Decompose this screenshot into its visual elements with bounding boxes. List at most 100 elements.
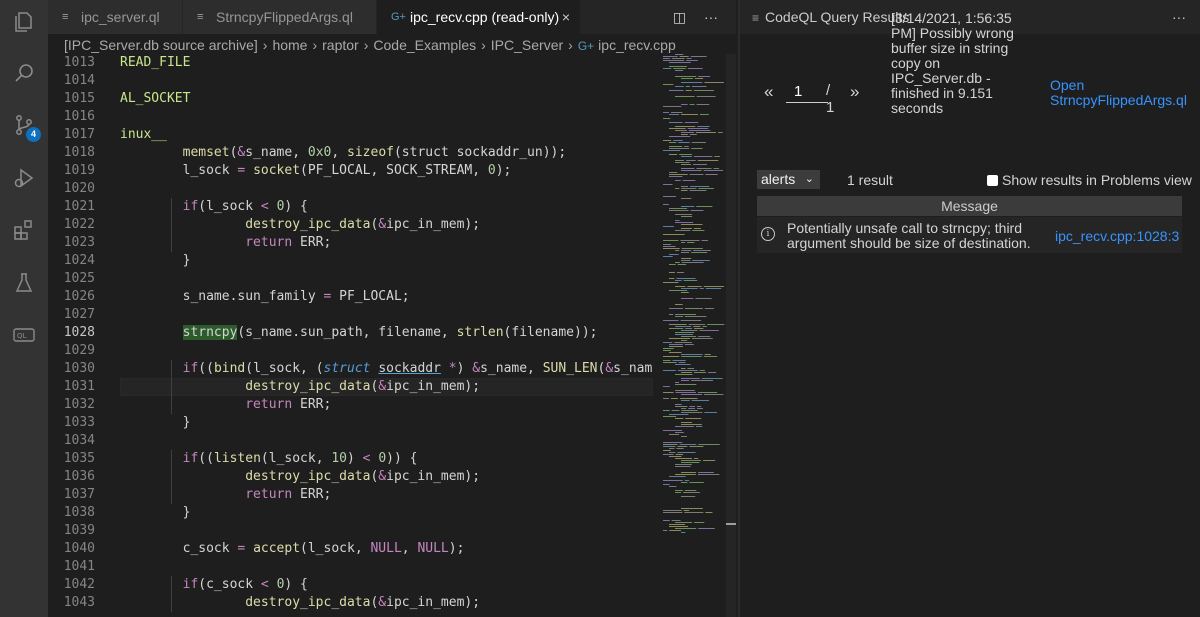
minimap-line bbox=[675, 382, 680, 383]
breadcrumb-item[interactable]: [IPC_Server.db source archive] bbox=[64, 37, 258, 53]
minimap-line bbox=[675, 490, 683, 491]
next-page-button[interactable]: » bbox=[850, 82, 859, 102]
breadcrumb-item[interactable]: IPC_Server bbox=[491, 37, 563, 53]
code-line[interactable]: 1014 bbox=[48, 72, 653, 90]
minimap-line bbox=[663, 416, 677, 417]
breadcrumb-item[interactable]: raptor bbox=[322, 37, 359, 53]
minimap-line bbox=[663, 256, 673, 257]
problems-checkbox[interactable] bbox=[987, 175, 998, 186]
search-icon[interactable] bbox=[12, 61, 36, 85]
breadcrumb-item[interactable]: ipc_recv.cpp bbox=[598, 37, 676, 53]
minimap-line bbox=[663, 204, 669, 205]
code-line[interactable]: 1015 AL_SOCKET bbox=[48, 90, 653, 108]
code-line[interactable]: 1031 destroy_ipc_data(&ipc_in_mem); bbox=[48, 378, 653, 396]
breadcrumb-separator: › bbox=[262, 37, 268, 53]
minimap-line bbox=[698, 188, 714, 189]
more-actions-icon[interactable]: ··· bbox=[704, 9, 718, 25]
open-query-link[interactable]: Open StrncpyFlippedArgs.ql bbox=[1050, 78, 1200, 108]
code-editor[interactable]: 1013 READ_FILE 1014 1015 AL_SOCKET 1016 1017 in… bbox=[48, 54, 653, 617]
minimap-line bbox=[691, 338, 713, 339]
minimap-line bbox=[681, 412, 703, 413]
minimap-line bbox=[688, 408, 696, 409]
breadcrumb-item[interactable]: Code_Examples bbox=[373, 37, 476, 53]
code-line[interactable]: 1036 destroy_ipc_data(&ipc_in_mem); bbox=[48, 468, 653, 486]
minimap-line bbox=[698, 336, 711, 337]
breadcrumb-item[interactable]: home bbox=[272, 37, 307, 53]
code-line[interactable]: 1032 return ERR; bbox=[48, 396, 653, 414]
code-line[interactable]: 1034 bbox=[48, 432, 653, 450]
prev-page-button[interactable]: « bbox=[764, 82, 773, 102]
minimap-line bbox=[681, 472, 697, 473]
file-icon: ≡ bbox=[197, 11, 204, 23]
minimap-line bbox=[672, 360, 686, 361]
code-line[interactable]: 1024 } bbox=[48, 252, 653, 270]
code-line[interactable]: 1020 bbox=[48, 180, 653, 198]
code-line[interactable]: 1029 bbox=[48, 342, 653, 360]
more-actions-icon[interactable]: ··· bbox=[1172, 0, 1186, 34]
code-token: s_name)) bbox=[613, 361, 653, 376]
page-number-input[interactable] bbox=[786, 80, 828, 103]
code-line[interactable]: 1040 c_sock = accept(l_sock, NULL, NULL)… bbox=[48, 540, 653, 558]
minimap-line bbox=[687, 368, 694, 369]
line-number: 1042 bbox=[63, 577, 95, 592]
code-line[interactable]: 1018 memset(&s_name, 0x0, sizeof(struct … bbox=[48, 144, 653, 162]
code-token: sockaddr bbox=[378, 361, 441, 376]
code-line[interactable]: 1037 return ERR; bbox=[48, 486, 653, 504]
file-icon: ≡ bbox=[62, 11, 69, 23]
tab-strncpy-flipped-args[interactable]: ≡ StrncpyFlippedArgs.ql bbox=[183, 0, 377, 34]
code-line[interactable]: 1017 inux__ bbox=[48, 126, 653, 144]
extensions-icon[interactable] bbox=[12, 218, 36, 242]
minimap-line bbox=[681, 410, 698, 411]
code-token: } bbox=[120, 415, 191, 430]
minimap-line bbox=[681, 508, 703, 509]
code-token: bind bbox=[213, 361, 246, 376]
code-line[interactable]: 1026 s_name.sun_family = PF_LOCAL; bbox=[48, 288, 653, 306]
code-line[interactable]: 1016 bbox=[48, 108, 653, 126]
minimap-line bbox=[699, 288, 704, 289]
code-line[interactable]: 1019 l_sock = socket(PF_LOCAL, SOCK_STRE… bbox=[48, 162, 653, 180]
tab-ipc-recv-cpp[interactable]: G+ ipc_recv.cpp (read-only) × bbox=[377, 0, 581, 34]
minimap-line bbox=[675, 250, 680, 251]
result-location-link[interactable]: ipc_recv.cpp:1028:3 bbox=[1055, 228, 1179, 244]
code-line[interactable]: 1025 bbox=[48, 270, 653, 288]
minimap-line bbox=[663, 360, 671, 361]
code-line[interactable]: 1035 if((listen(l_sock, 10) < 0)) { bbox=[48, 450, 653, 468]
breadcrumb-separator: › bbox=[312, 37, 318, 53]
code-line[interactable]: 1043 destroy_ipc_data(&ipc_in_mem); bbox=[48, 594, 653, 612]
tab-ipc-server-ql[interactable]: ≡ ipc_server.ql bbox=[48, 0, 183, 34]
minimap-line bbox=[697, 160, 719, 161]
code-line[interactable]: 1042 if(c_sock < 0) { bbox=[48, 576, 653, 594]
code-line[interactable]: 1021 if(l_sock < 0) { bbox=[48, 198, 653, 216]
codeql-icon[interactable]: QL bbox=[12, 323, 36, 347]
run-debug-icon[interactable] bbox=[12, 166, 36, 190]
code-line[interactable]: 1027 bbox=[48, 306, 653, 324]
code-token: < bbox=[260, 199, 269, 214]
result-set-select[interactable]: alerts ⌄ bbox=[757, 170, 820, 189]
problems-view-toggle[interactable]: Show results in Problems view bbox=[987, 172, 1192, 188]
minimap[interactable] bbox=[653, 54, 726, 617]
code-token: (c_sock bbox=[198, 577, 261, 592]
code-line[interactable]: 1038 } bbox=[48, 504, 653, 522]
minimap-line bbox=[663, 484, 670, 485]
code-line[interactable]: 1028 strncpy(s_name.sun_path, filename, … bbox=[48, 324, 653, 342]
minimap-line bbox=[675, 304, 683, 305]
results-tab-title[interactable]: ≡ CodeQL Query Results bbox=[752, 0, 909, 35]
minimap-line bbox=[663, 530, 668, 531]
close-icon[interactable]: × bbox=[562, 0, 570, 34]
code-line[interactable]: 1039 bbox=[48, 522, 653, 540]
testing-icon[interactable] bbox=[12, 271, 36, 295]
code-line[interactable]: 1033 } bbox=[48, 414, 653, 432]
code-line[interactable]: 1013 READ_FILE bbox=[48, 54, 653, 72]
table-row[interactable]: i Potentially unsafe call to strncpy; th… bbox=[757, 217, 1182, 253]
editor-scrollbar[interactable] bbox=[726, 54, 736, 617]
code-line[interactable]: 1030 if((bind(l_sock, (struct sockaddr *… bbox=[48, 360, 653, 378]
code-line[interactable]: 1041 bbox=[48, 558, 653, 576]
code-line[interactable]: 1023 return ERR; bbox=[48, 234, 653, 252]
explorer-icon[interactable] bbox=[12, 10, 36, 34]
minimap-line bbox=[663, 510, 682, 511]
code-line[interactable]: 1022 destroy_ipc_data(&ipc_in_mem); bbox=[48, 216, 653, 234]
minimap-line bbox=[707, 324, 725, 325]
split-editor-icon[interactable]: ◫ bbox=[673, 9, 686, 25]
